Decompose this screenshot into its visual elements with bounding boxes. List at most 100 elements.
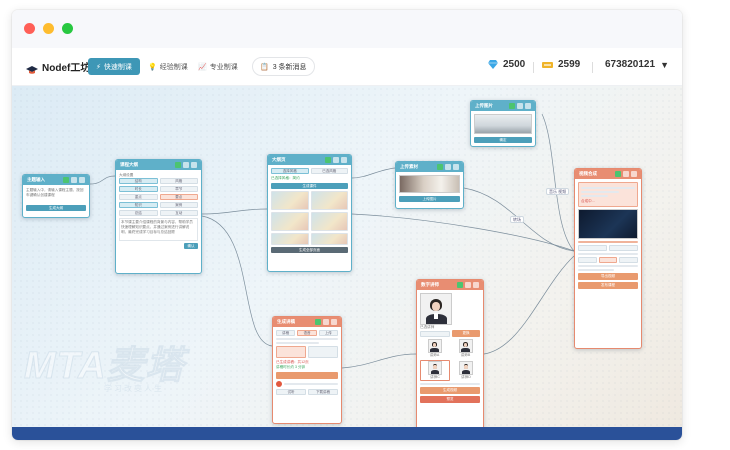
placeholder-line xyxy=(581,187,635,189)
slide-thumbnail[interactable] xyxy=(310,233,348,245)
minimize-dot[interactable] xyxy=(43,23,54,34)
notification-button[interactable]: 📋 3 条新消息 xyxy=(252,57,315,76)
diamond-balance[interactable]: 2500 xyxy=(488,59,525,70)
material-image[interactable] xyxy=(399,175,460,193)
status-icon xyxy=(437,164,443,170)
voice-option[interactable] xyxy=(276,346,306,358)
video-preview[interactable] xyxy=(578,209,638,239)
chart-icon: 📈 xyxy=(198,63,207,71)
node-upload-image[interactable]: 上传图片 确定 xyxy=(470,100,536,147)
status-icon xyxy=(325,157,331,163)
tab-upload[interactable]: 上传 xyxy=(318,330,338,336)
timeline-bar[interactable] xyxy=(578,241,638,243)
node-digital-teacher[interactable]: 数字讲师 已选讲师 更换 讲师A 讲师B 讲师C 讲师D 生成视频 预览 xyxy=(416,279,484,427)
caret-down-icon: ▼ xyxy=(660,59,669,70)
node-video-compose[interactable]: 视频合成 合成中... 导出视频 发布课程 xyxy=(574,168,642,349)
close-icon[interactable] xyxy=(79,177,85,183)
coin-balance[interactable]: 2599 xyxy=(542,59,580,70)
edge-label-transition[interactable]: 转场 xyxy=(510,216,524,223)
classroom-image[interactable] xyxy=(474,114,532,134)
option-chip[interactable]: 风格 xyxy=(159,178,198,184)
status-icon xyxy=(175,162,181,168)
settings-icon[interactable] xyxy=(333,157,339,163)
teacher-avatar[interactable] xyxy=(459,361,473,375)
node-topic-input[interactable]: 主题输入 主题输入中，请输入课程主题，按回车键确认创建课程 生成大纲 xyxy=(22,174,90,218)
tab-voice[interactable]: 语音 xyxy=(297,330,317,336)
settings-icon[interactable] xyxy=(445,164,451,170)
generate-all-button[interactable]: 生成全部页面 xyxy=(271,247,348,253)
slide-thumbnail[interactable] xyxy=(271,191,309,210)
mode-quick-button[interactable]: ⚡ 快速制课 xyxy=(88,58,140,75)
record-icon[interactable] xyxy=(276,381,282,387)
voice-option[interactable] xyxy=(308,346,338,358)
option-chip[interactable]: 总结 xyxy=(119,210,158,216)
edge-label-media[interactable]: 音乐 视频 xyxy=(546,188,570,195)
option-chip[interactable]: 要点 xyxy=(159,194,198,200)
app-logo[interactable]: Nodef工坊 xyxy=(26,59,90,74)
maximize-dot[interactable] xyxy=(62,23,73,34)
generate-video-button[interactable]: 生成视频 xyxy=(420,387,480,394)
coin-icon xyxy=(542,61,553,68)
option-chip[interactable]: 结构 xyxy=(119,178,158,184)
tab-select-style[interactable]: 选择风格 xyxy=(271,168,309,174)
option-chip[interactable]: 重点 xyxy=(119,194,158,200)
option-chip[interactable] xyxy=(619,257,639,263)
option-chip[interactable] xyxy=(598,257,618,263)
status-icon xyxy=(315,319,321,325)
option-chip[interactable]: 案例 xyxy=(159,202,198,208)
play-button[interactable]: 试听 xyxy=(276,389,306,395)
generate-outline-button[interactable]: 生成大纲 xyxy=(26,205,86,211)
confirm-button[interactable]: 确认 xyxy=(184,243,198,249)
tab-script[interactable]: 讲稿 xyxy=(276,330,296,336)
option-chip[interactable]: 知识 xyxy=(119,202,158,208)
workflow-canvas[interactable]: MTA麦塔 学习改变人生 转场 音乐 视频 主题输入 主题输入中，请输入课程主题… xyxy=(12,86,682,427)
node-slide-style[interactable]: 大纲页 选择风格 已选风格 已选择风格：简约 生成课件 生成全部页面 xyxy=(267,154,352,272)
node-upload-material[interactable]: 上传素材 上传图片 xyxy=(395,161,464,209)
export-video-button[interactable]: 导出视频 xyxy=(578,273,638,280)
upload-image-button[interactable]: 上传图片 xyxy=(399,196,460,202)
teacher-avatar[interactable] xyxy=(458,339,473,353)
generate-slides-button[interactable]: 生成课件 xyxy=(271,183,348,189)
edge-5-8 xyxy=(541,113,575,252)
option-chip[interactable] xyxy=(578,257,597,263)
option-chip[interactable]: 互动 xyxy=(159,210,198,216)
change-teacher-button[interactable]: 更换 xyxy=(452,330,480,337)
close-dot[interactable] xyxy=(24,23,35,34)
option-chip[interactable] xyxy=(609,245,638,251)
close-icon[interactable] xyxy=(453,164,459,170)
settings-icon[interactable] xyxy=(623,171,629,177)
close-icon[interactable] xyxy=(191,162,197,168)
tab-selected-style[interactable]: 已选风格 xyxy=(310,168,348,174)
user-menu[interactable]: 673820121 ▼ xyxy=(605,59,669,70)
close-icon[interactable] xyxy=(341,157,347,163)
publish-course-button[interactable]: 发布课程 xyxy=(578,282,638,289)
slide-thumbnail[interactable] xyxy=(271,233,309,245)
settings-icon[interactable] xyxy=(465,282,471,288)
teacher-avatar[interactable] xyxy=(428,361,442,375)
download-button[interactable]: 下载讲稿 xyxy=(308,389,338,395)
mode-experience-button[interactable]: 💡 经验制课 xyxy=(140,58,196,75)
close-icon[interactable] xyxy=(525,103,531,109)
settings-icon[interactable] xyxy=(71,177,77,183)
slide-thumbnail[interactable] xyxy=(310,212,348,231)
node-title: 数字讲师 xyxy=(421,282,439,287)
close-icon[interactable] xyxy=(631,171,637,177)
slide-thumbnail[interactable] xyxy=(310,191,348,210)
slide-thumbnail[interactable] xyxy=(271,212,309,231)
node-course-outline[interactable]: 课程大纲 大纲设置 结构 风格 时长 章节 重点 要点 知识 案例 总结 互动 本节课主要… xyxy=(115,159,202,274)
close-icon[interactable] xyxy=(473,282,479,288)
close-icon[interactable] xyxy=(331,319,337,325)
option-chip[interactable]: 时长 xyxy=(119,186,158,192)
settings-icon[interactable] xyxy=(183,162,189,168)
option-chip[interactable] xyxy=(578,245,607,251)
confirm-button[interactable]: 确定 xyxy=(474,137,532,143)
settings-icon[interactable] xyxy=(323,319,329,325)
option-chip[interactable]: 章节 xyxy=(159,186,198,192)
teacher-avatar[interactable] xyxy=(427,339,442,353)
teacher-avatar-main[interactable] xyxy=(420,293,452,325)
preview-button[interactable]: 预览 xyxy=(420,396,480,403)
node-script[interactable]: 生成讲稿 讲稿 语音 上传 已生成讲稿：共12页 讲稿时长约 3 分钟 试听 下载讲稿 xyxy=(272,316,342,424)
settings-icon[interactable] xyxy=(517,103,523,109)
mode-pro-button[interactable]: 📈 专业制课 xyxy=(190,58,246,75)
teacher-name: 讲师C xyxy=(430,375,440,379)
